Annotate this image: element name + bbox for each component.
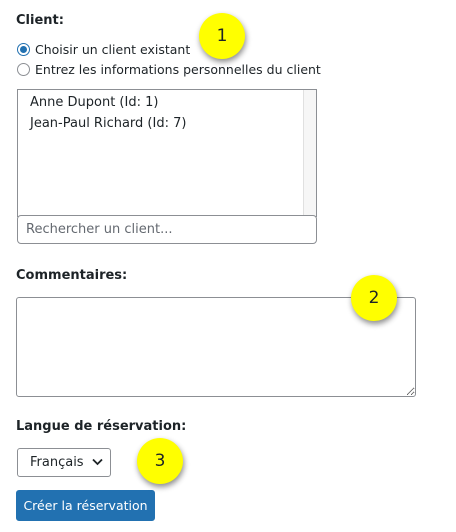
callout-badge-3: 3 <box>137 438 183 484</box>
radio-existing-label: Choisir un client existant <box>35 42 191 57</box>
radio-new-label: Entrez les informations personnelles du … <box>35 62 321 77</box>
client-label: Client: <box>16 13 64 28</box>
radio-existing-button[interactable] <box>17 43 30 56</box>
listbox-scrollbar[interactable] <box>303 90 316 217</box>
language-label: Langue de réservation: <box>16 419 187 434</box>
language-select[interactable]: Français <box>17 448 111 477</box>
callout-badge-1: 1 <box>199 13 245 59</box>
client-list: Anne Dupont (Id: 1) Jean-Paul Richard (I… <box>18 92 316 134</box>
comments-label: Commentaires: <box>16 268 128 283</box>
client-search-input[interactable] <box>17 215 317 244</box>
create-reservation-button[interactable]: Créer la réservation <box>16 490 155 521</box>
callout-badge-2: 2 <box>351 275 397 321</box>
client-listbox[interactable]: Anne Dupont (Id: 1) Jean-Paul Richard (I… <box>17 89 317 217</box>
radio-existing-client[interactable]: Choisir un client existant <box>17 42 190 57</box>
radio-new-button[interactable] <box>17 63 30 76</box>
radio-new-client[interactable]: Entrez les informations personnelles du … <box>17 62 321 77</box>
language-selected-value: Français <box>30 455 84 470</box>
chevron-down-icon <box>92 458 103 466</box>
client-option[interactable]: Jean-Paul Richard (Id: 7) <box>18 113 316 134</box>
client-option[interactable]: Anne Dupont (Id: 1) <box>18 92 316 113</box>
